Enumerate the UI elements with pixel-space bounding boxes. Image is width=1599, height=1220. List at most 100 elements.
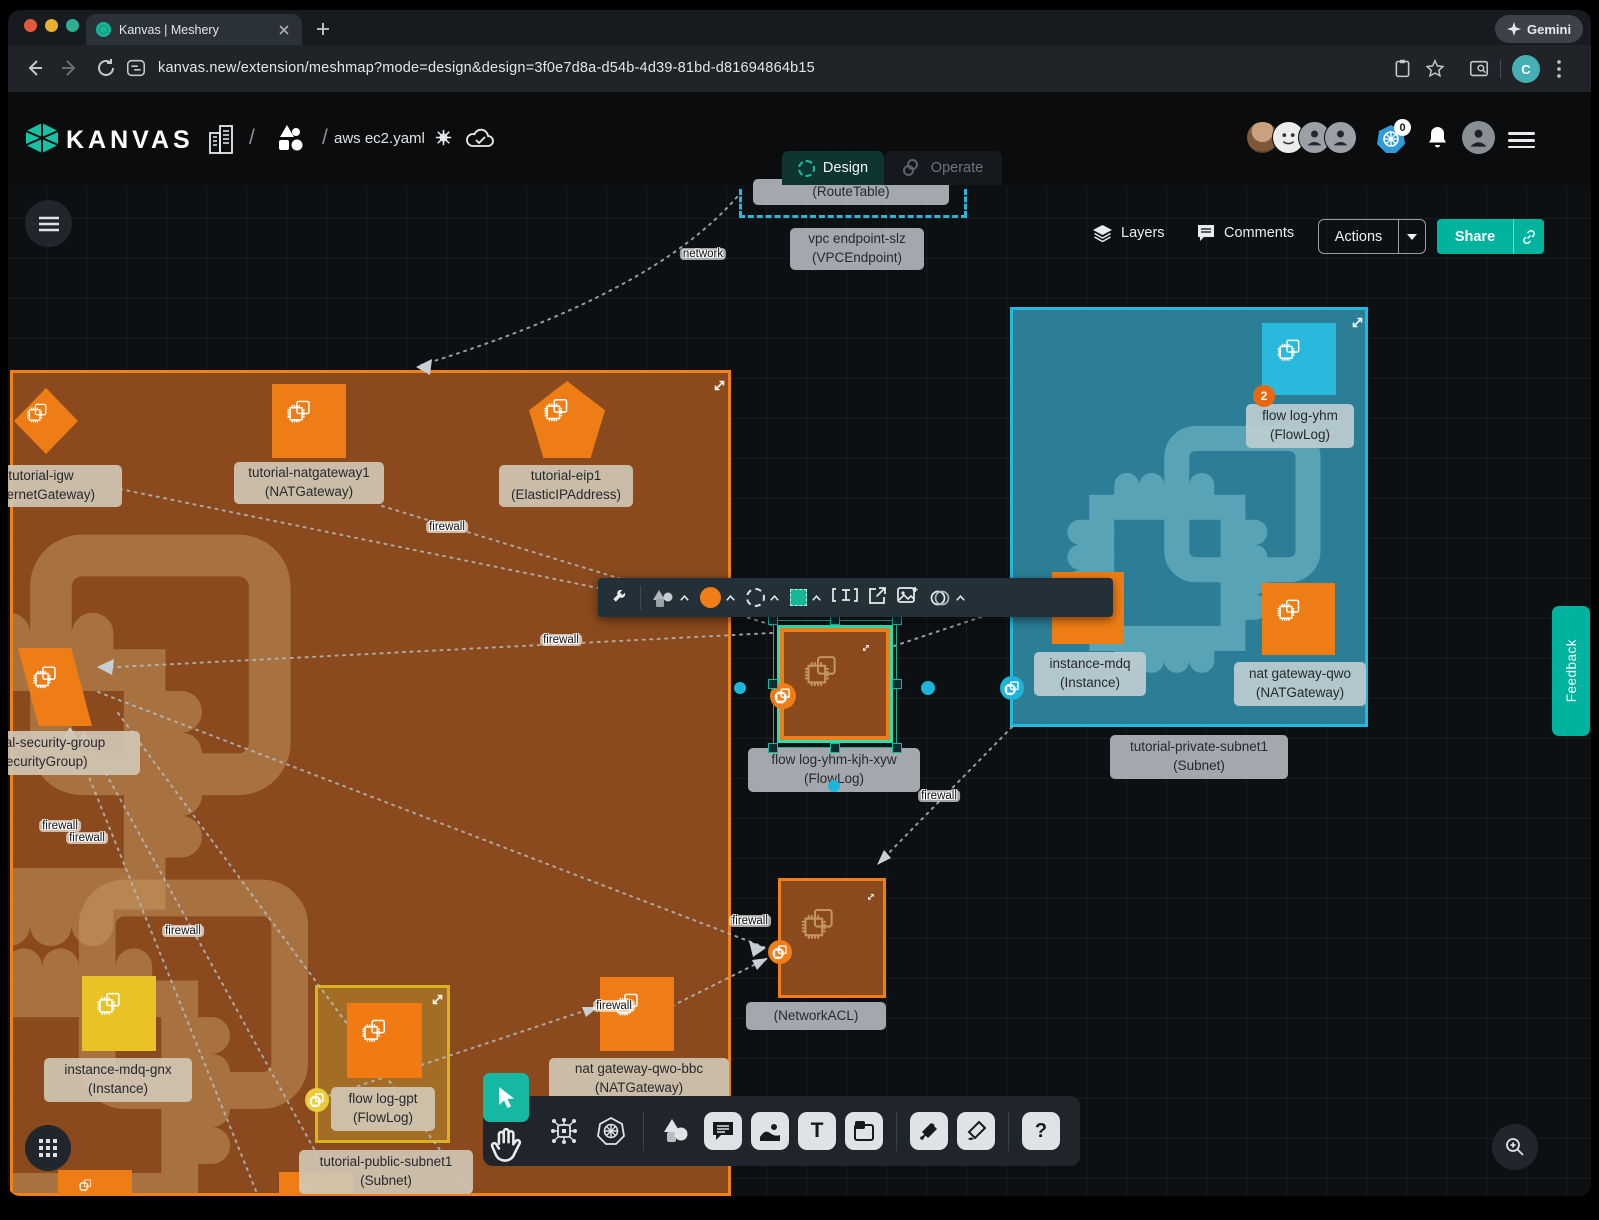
layers-button[interactable]: Layers [1092,224,1165,242]
selection-handle[interactable] [892,743,902,753]
chevron-up-icon[interactable] [955,594,966,602]
network-acl-node[interactable] [778,878,886,998]
chip-icon [803,652,866,716]
layers-icon [1092,224,1113,242]
dock-toolbar[interactable]: T ? [483,1096,1080,1166]
open-in-new-icon[interactable] [868,586,887,610]
grid-icon [39,1139,57,1157]
flow-log-gpt-label: flow log-gpt(FlowLog) [331,1087,435,1131]
canvas-menu-button[interactable] [25,200,72,247]
pan-tool[interactable] [489,1126,523,1164]
connection-dot[interactable] [828,780,840,792]
nat-gateway-qwo-bbc-node[interactable] [600,977,674,1051]
copy-link-icon[interactable] [1514,229,1544,245]
group-style-picker[interactable] [790,589,822,606]
add-image-icon[interactable] [897,585,919,610]
help-tool[interactable]: ? [1022,1112,1060,1150]
chip-icon [774,687,792,705]
line-tool[interactable] [910,1112,948,1150]
apps-grid-button[interactable] [25,1125,71,1171]
connection-dot[interactable] [734,682,746,694]
kubernetes-tool[interactable] [592,1112,630,1150]
routetable-selection-edge [739,215,967,218]
comments-icon [1196,224,1216,242]
partial-node-a-node[interactable] [58,1170,132,1210]
dashed-circle-icon [746,588,765,607]
instance-mdq-gnx-node[interactable] [82,976,156,1051]
menu-icon [38,216,60,232]
nat-gateway-qwo-label: nat gateway-qwo(NATGateway) [1234,662,1366,706]
shapes-icon [651,588,675,608]
share-button[interactable]: Share [1437,219,1544,254]
network-acl-label: (NetworkACL) [746,1002,886,1030]
zoom-in-icon [1505,1137,1525,1157]
border-style-picker[interactable] [746,588,780,607]
rename-icon[interactable] [832,586,858,609]
chip-icon [26,401,66,442]
resize-handle-icon[interactable] [862,639,875,652]
zoom-button[interactable] [1492,1124,1538,1170]
chevron-up-icon[interactable] [679,594,690,602]
connection-dot[interactable] [921,681,935,695]
tutorial-natgateway1-label: tutorial-natgateway1(NATGateway) [234,462,384,504]
selection-handle[interactable] [830,743,840,753]
shapes-picker[interactable] [651,588,690,608]
tutorial-security-group-label: tutorial-security-group(SecurityGroup) [0,731,140,775]
tutorial-public-subnet1-label: tutorial-public-subnet1(Subnet) [299,1150,473,1194]
chevron-up-icon[interactable] [811,594,822,602]
chip-icon [32,663,78,711]
selection-handle[interactable] [768,679,778,689]
region-swatch-icon [790,589,807,606]
flow-log-yhm-label: flow log-yhm(FlowLog) [1246,404,1354,448]
tab-operate[interactable]: Operate [884,151,1002,185]
text-tool[interactable]: T [798,1112,836,1150]
chip-icon [800,903,863,974]
note-tool[interactable] [845,1112,883,1150]
chip-icon [1004,680,1021,697]
rings-icon [929,589,951,607]
freehand-tool[interactable] [957,1112,995,1150]
shapes-tool[interactable] [657,1112,695,1150]
selection-handle[interactable] [892,679,902,689]
image-tool[interactable] [751,1112,789,1150]
chevron-up-icon[interactable] [725,594,736,602]
actions-button[interactable]: Actions [1318,219,1426,254]
feedback-tab[interactable]: Feedback [1552,606,1590,736]
select-tool[interactable] [483,1073,529,1122]
context-toolbar[interactable] [598,578,1113,617]
resize-handle-icon[interactable] [867,888,880,901]
flow-log-yhm-count-badge[interactable]: 2 [1253,385,1275,407]
subnet-port-badge[interactable] [1000,676,1024,700]
edge-label-firewall-4: firewall [66,832,108,844]
routetable-selection-edge [739,189,742,217]
chip-icon [361,1017,408,1064]
edge-label-firewall-2: firewall [540,634,582,646]
tab-design[interactable]: Design [782,151,884,185]
edge-label-firewall-5: firewall [162,925,204,937]
chevron-up-icon[interactable] [769,594,780,602]
tutorial-igw-label: tutorial-igw(InternetGateway) [0,465,122,507]
chip-icon [1276,597,1321,642]
actions-dropdown-icon[interactable] [1399,233,1425,241]
edge-label-network-1: network [680,248,726,260]
network-acl-badge[interactable] [768,940,792,964]
comments-button[interactable]: Comments [1196,224,1294,242]
annotation-picker[interactable] [929,589,966,607]
chip-icon [543,396,590,444]
tutorial-natgateway1-node[interactable] [272,384,346,458]
chip-icon [772,944,789,961]
flow-log-gpt-badge[interactable] [305,1088,329,1112]
tutorial-private-subnet1-label: tutorial-private-subnet1(Subnet) [1110,735,1288,779]
selection-handle[interactable] [768,743,778,753]
tools-icon[interactable] [610,585,630,610]
edge-label-firewall-8: firewall [593,1000,635,1012]
meshmap-components-tool[interactable] [545,1112,583,1150]
instance-mdq-gnx-label: instance-mdq-gnx(Instance) [44,1058,192,1102]
comment-tool[interactable] [704,1112,742,1150]
operate-mode-icon [903,161,923,175]
nat-gateway-qwo-node[interactable] [1262,583,1335,655]
flow-log-yhm-node[interactable] [1262,323,1336,395]
flow-log-yhm-kjh-xyw-node[interactable] [780,628,890,740]
flow-log-gpt-node[interactable] [347,1003,422,1078]
color-picker[interactable] [700,587,736,608]
